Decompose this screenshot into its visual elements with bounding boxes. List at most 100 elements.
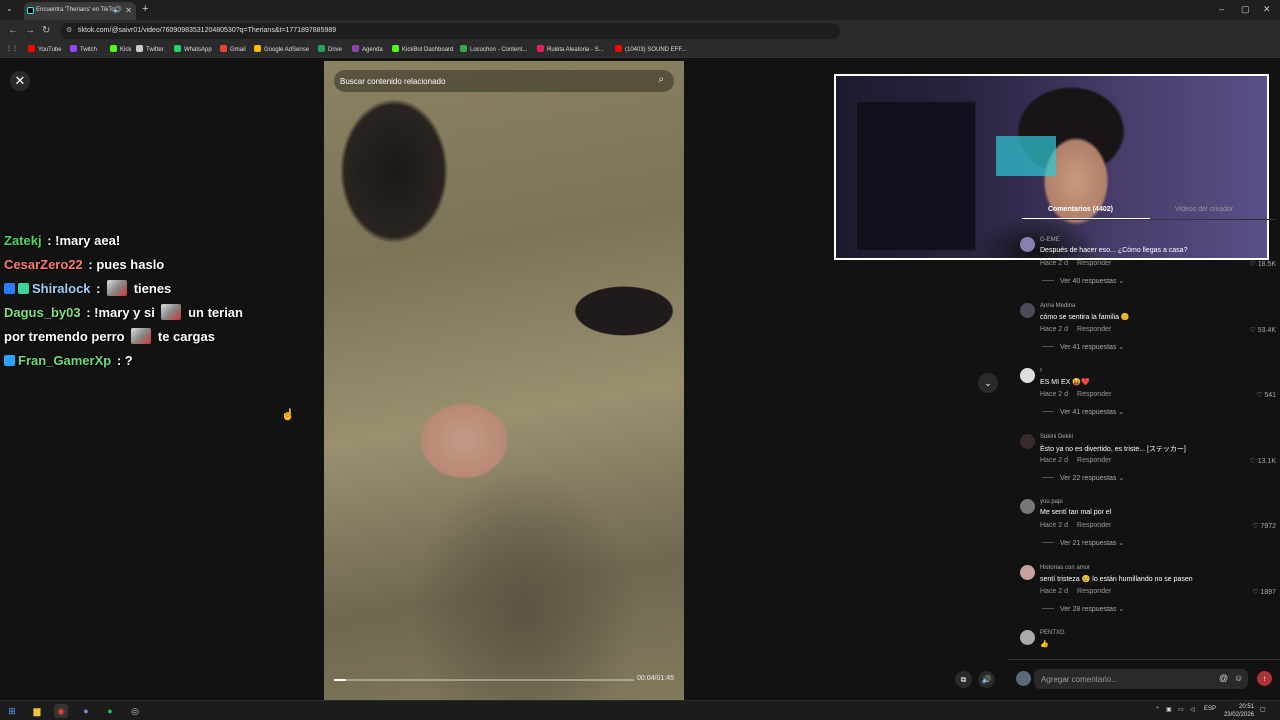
bookmark-label: Ruleta Aleatoria - S... bbox=[547, 47, 604, 53]
speaker-icon[interactable]: ◁ bbox=[1190, 706, 1195, 713]
bookmark-item[interactable]: Twitter bbox=[136, 45, 164, 53]
bookmark-item[interactable]: Twitch bbox=[70, 45, 97, 53]
bookmark-item[interactable]: Drive bbox=[318, 45, 342, 53]
comment-username[interactable]: Historias con amor bbox=[1040, 565, 1090, 571]
reply-button[interactable]: Responder bbox=[1077, 260, 1111, 267]
tray-app-icon[interactable]: ▣ bbox=[1166, 706, 1172, 713]
tab-close-icon[interactable]: ✕ bbox=[125, 6, 132, 15]
comment-like-button[interactable]: ♡ 541 bbox=[1256, 391, 1276, 399]
notification-icon[interactable]: ▢ bbox=[1260, 706, 1266, 713]
tray-expand-icon[interactable]: ⌃ bbox=[1155, 706, 1160, 713]
obs-icon[interactable]: ◎ bbox=[128, 704, 142, 718]
language-indicator[interactable]: ESP bbox=[1204, 706, 1216, 712]
bookmark-item[interactable]: Locochon - Content... bbox=[460, 45, 527, 53]
avatar[interactable] bbox=[1020, 368, 1035, 383]
bookmark-item[interactable]: Gmail bbox=[220, 45, 246, 53]
comment-like-button[interactable]: ♡ 53.4K bbox=[1249, 326, 1276, 334]
bookmark-item[interactable]: YouTube bbox=[28, 45, 62, 53]
post-comment-button[interactable]: ↑ bbox=[1257, 671, 1272, 686]
discord-icon[interactable]: ● bbox=[79, 704, 93, 718]
bookmark-item[interactable]: Agenda bbox=[352, 45, 383, 53]
next-video-button[interactable]: ⌄ bbox=[978, 373, 998, 393]
minimize-button[interactable]: – bbox=[1219, 4, 1224, 14]
bookmark-item[interactable]: Kick bbox=[110, 45, 131, 53]
bookmark-item[interactable]: WhatsApp bbox=[174, 45, 212, 53]
bookmark-item[interactable]: KickBot Dashboard bbox=[392, 45, 453, 53]
comment-username[interactable]: you papi bbox=[1040, 499, 1063, 505]
comment-like-button[interactable]: ♡ 13.1K bbox=[1249, 457, 1276, 465]
chat-text: : bbox=[92, 281, 105, 296]
bookmark-label: (10403) SOUND EFF... bbox=[625, 47, 687, 53]
bookmark-favicon-icon bbox=[392, 45, 399, 52]
tab-comments[interactable]: Comentarios (4402) bbox=[1022, 206, 1150, 219]
search-icon[interactable]: ⌕ bbox=[658, 74, 664, 85]
reply-button[interactable]: Responder bbox=[1077, 326, 1111, 333]
comment-input[interactable]: Agregar comentario... @ ☺ bbox=[1034, 669, 1248, 689]
chat-username[interactable]: CesarZero22 bbox=[4, 257, 83, 272]
avatar[interactable] bbox=[1020, 237, 1035, 252]
browser-tab-active[interactable]: Encuentra 'Therians' en TikTok 🔊 ✕ bbox=[24, 2, 136, 20]
tab-creator-videos[interactable]: Videos del creador bbox=[1175, 206, 1233, 213]
comment-like-button[interactable]: ♡ 7972 bbox=[1252, 522, 1276, 530]
pip-icon[interactable]: ⧉ bbox=[955, 671, 972, 688]
tab-audio-icon[interactable]: 🔊 bbox=[113, 6, 122, 14]
bookmark-favicon-icon bbox=[537, 45, 544, 52]
comment-like-button[interactable]: ♡ 18.5K bbox=[1249, 260, 1276, 268]
chrome-icon[interactable]: ◉ bbox=[54, 704, 68, 718]
view-replies-button[interactable]: Ver 28 respuestas ⌄ bbox=[1042, 605, 1124, 613]
view-replies-button[interactable]: Ver 21 respuestas ⌄ bbox=[1042, 539, 1124, 547]
close-video-button[interactable]: ✕ bbox=[10, 71, 30, 91]
chat-username[interactable]: Zatekj bbox=[4, 233, 42, 248]
avatar[interactable] bbox=[1020, 499, 1035, 514]
reply-button[interactable]: Responder bbox=[1077, 391, 1111, 398]
view-replies-button[interactable]: Ver 40 respuestas ⌄ bbox=[1042, 277, 1124, 285]
reply-button[interactable]: Responder bbox=[1077, 457, 1111, 464]
bookmark-item[interactable]: (10403) SOUND EFF... bbox=[615, 45, 686, 53]
comment-username[interactable]: ᵡ bbox=[1040, 368, 1042, 374]
avatar[interactable] bbox=[1020, 433, 1035, 449]
emoji-icon[interactable]: ☺ bbox=[1234, 673, 1243, 683]
site-info-icon[interactable]: ⚙ bbox=[66, 26, 72, 34]
mention-icon[interactable]: @ bbox=[1219, 673, 1228, 683]
avatar[interactable] bbox=[1020, 630, 1035, 645]
tab-search-icon[interactable]: ⌄ bbox=[6, 4, 13, 13]
chat-username[interactable]: Shiralock bbox=[32, 281, 91, 296]
volume-icon[interactable]: 🔊 bbox=[978, 671, 995, 688]
reply-button[interactable]: Responder bbox=[1077, 522, 1111, 529]
comment-username[interactable]: PENTXG bbox=[1040, 630, 1065, 636]
video-progress-bar[interactable] bbox=[334, 679, 634, 681]
comment-time: Hace 2 d bbox=[1040, 587, 1069, 595]
apps-grid-icon[interactable]: ⋮⋮ bbox=[6, 45, 18, 52]
spotify-icon[interactable]: ● bbox=[103, 704, 117, 718]
clock[interactable]: 20:51 23/02/2026 bbox=[1220, 703, 1254, 719]
network-icon[interactable]: ▭ bbox=[1178, 706, 1184, 713]
close-window-button[interactable]: ✕ bbox=[1263, 4, 1271, 15]
chat-text: tienes bbox=[130, 281, 172, 296]
comment-username[interactable]: Sukini Dekki bbox=[1040, 434, 1073, 440]
reply-button[interactable]: Responder bbox=[1077, 588, 1111, 595]
forward-icon[interactable]: → bbox=[25, 25, 35, 36]
new-tab-button[interactable]: + bbox=[142, 3, 148, 15]
comment-time: Hace 2 d bbox=[1040, 325, 1069, 333]
bookmark-item[interactable]: Google AdSense bbox=[254, 45, 309, 53]
avatar[interactable] bbox=[1020, 564, 1035, 580]
file-explorer-icon[interactable]: ▆ bbox=[30, 704, 44, 718]
comment-like-button[interactable]: ♡ 1897 bbox=[1252, 588, 1276, 596]
maximize-button[interactable]: ▢ bbox=[1241, 4, 1250, 15]
chat-text: : pues haslo bbox=[84, 257, 165, 272]
reload-icon[interactable]: ↻ bbox=[42, 25, 50, 36]
related-search-input[interactable]: Buscar contenido relacionado ⌕ bbox=[334, 70, 674, 92]
back-icon[interactable]: ← bbox=[8, 25, 18, 36]
avatar[interactable] bbox=[1020, 302, 1035, 318]
comment-username[interactable]: G-EME bbox=[1040, 237, 1060, 243]
video-player[interactable] bbox=[324, 61, 684, 700]
chat-username[interactable]: Dagus_by03 bbox=[4, 305, 81, 320]
url-field[interactable]: ⚙ tiktok.com/@saivr01/video/760909835312… bbox=[60, 23, 840, 39]
view-replies-button[interactable]: Ver 41 respuestas ⌄ bbox=[1042, 408, 1124, 416]
view-replies-button[interactable]: Ver 41 respuestas ⌄ bbox=[1042, 343, 1124, 351]
bookmark-item[interactable]: Ruleta Aleatoria - S... bbox=[537, 45, 604, 53]
comment-username[interactable]: Anna Medina bbox=[1040, 303, 1075, 309]
view-replies-button[interactable]: Ver 22 respuestas ⌄ bbox=[1042, 474, 1124, 482]
chat-username[interactable]: Fran_GamerXp bbox=[18, 353, 111, 368]
start-menu-icon[interactable]: ⊞ bbox=[5, 704, 19, 718]
